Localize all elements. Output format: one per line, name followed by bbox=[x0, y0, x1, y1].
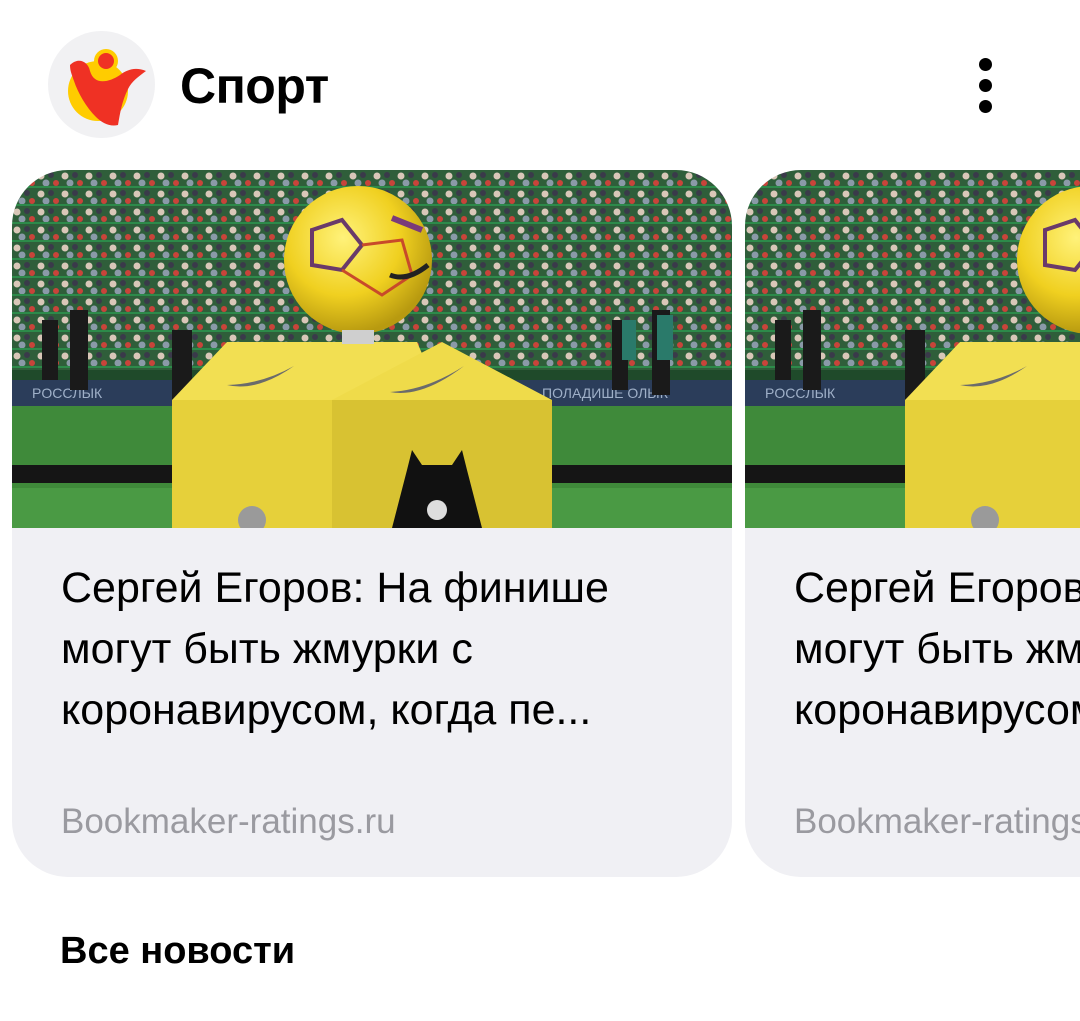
football-ball-on-stand-image: POCCЛЫК ПОЛАДИШЕ ОЛЫК bbox=[12, 170, 732, 528]
more-dot-2 bbox=[978, 78, 992, 92]
sport-logo[interactable] bbox=[48, 31, 155, 138]
svg-text:POCCЛЫК: POCCЛЫК bbox=[32, 385, 103, 401]
news-card[interactable]: POCCЛЫК Сергей Егоров: На финише могут б… bbox=[745, 170, 1080, 877]
more-dot-3 bbox=[978, 99, 992, 113]
more-options-button[interactable] bbox=[955, 50, 1015, 120]
news-card-image: POCCЛЫК ПОЛАДИШЕ ОЛЫК bbox=[12, 170, 732, 528]
news-card[interactable]: POCCЛЫК ПОЛАДИШЕ ОЛЫК Сергей Егоров: На … bbox=[12, 170, 732, 877]
widget-header: Спорт bbox=[0, 0, 1080, 170]
football-ball-on-stand-image: POCCЛЫК bbox=[745, 170, 1080, 528]
section-title: Спорт bbox=[180, 58, 329, 114]
all-news-link[interactable]: Все новости bbox=[60, 926, 295, 976]
news-card-source: Bookmaker-ratings.ru bbox=[794, 802, 1080, 841]
sport-widget: Спорт POCCЛЫК ПОЛАДИШЕ ОЛЫК Сергей Егоро… bbox=[0, 0, 1080, 1021]
news-card-title: Сергей Егоров: На финише могут быть жмур… bbox=[794, 564, 1080, 734]
yandex-sport-logo-icon bbox=[68, 49, 146, 126]
news-card-source: Bookmaker-ratings.ru bbox=[61, 802, 396, 841]
svg-text:POCCЛЫК: POCCЛЫК bbox=[765, 385, 836, 401]
more-vertical-icon bbox=[978, 57, 992, 71]
svg-text:ПОЛАДИШЕ ОЛЫК: ПОЛАДИШЕ ОЛЫК bbox=[542, 385, 669, 401]
news-card-title: Сергей Егоров: На финише могут быть жмур… bbox=[61, 564, 609, 734]
news-card-image: POCCЛЫК bbox=[745, 170, 1080, 528]
